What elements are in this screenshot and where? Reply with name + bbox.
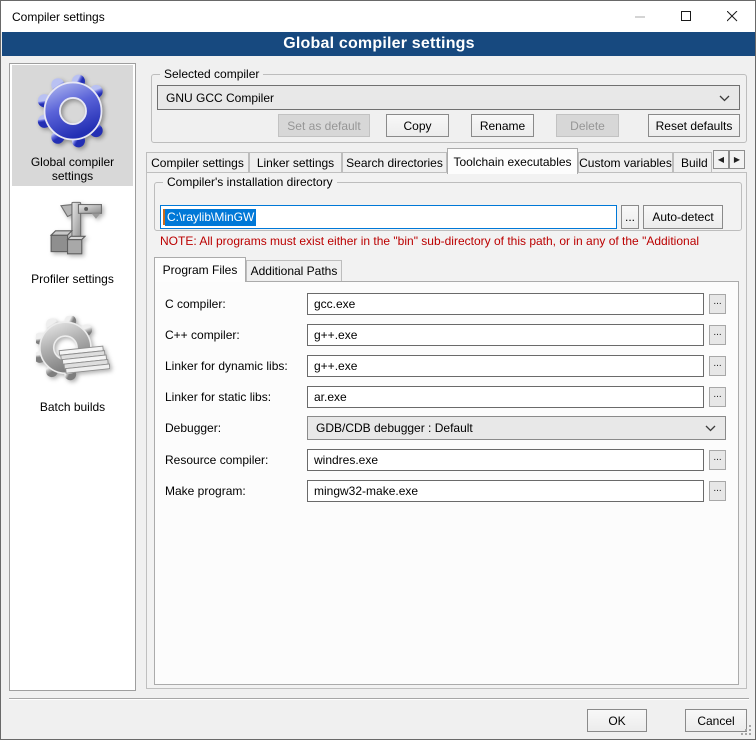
linker-dynamic-browse-button[interactable]: ... (709, 356, 726, 376)
set-as-default-button[interactable]: Set as default (278, 114, 370, 137)
tab-build-options[interactable]: Build (673, 152, 712, 173)
sidebar-item-label: Global compiler settings (12, 155, 133, 183)
arrow-left-icon: ◀ (718, 155, 724, 164)
arrow-right-icon: ▶ (734, 155, 740, 164)
program-files-panel: C compiler: ... C++ compiler: ... Linker… (154, 281, 739, 685)
toolchain-executables-page: Compiler's installation directory C:\ray… (146, 172, 747, 689)
sidebar-item-batch-builds[interactable]: Batch builds (12, 308, 133, 424)
banner-title: Global compiler settings (283, 35, 475, 53)
install-dir-input[interactable]: C:\raylib\MinGW (160, 205, 617, 229)
sidebar-item-label: Batch builds (12, 400, 133, 414)
dialog-banner: Global compiler settings (2, 32, 756, 56)
chevron-down-icon (705, 425, 716, 432)
install-dir-selected-text: C:\raylib\MinGW (165, 209, 256, 226)
cancel-button[interactable]: Cancel (685, 709, 747, 732)
debugger-select-value: GDB/CDB debugger : Default (316, 421, 473, 435)
resource-compiler-browse-button[interactable]: ... (709, 450, 726, 470)
subtab-additional-paths[interactable]: Additional Paths (246, 260, 342, 281)
copy-button[interactable]: Copy (386, 114, 449, 137)
title-bar: Compiler settings (1, 1, 755, 32)
cpp-compiler-browse-button[interactable]: ... (709, 325, 726, 345)
rename-button[interactable]: Rename (471, 114, 534, 137)
caliper-icon (12, 198, 133, 268)
linker-static-browse-button[interactable]: ... (709, 387, 726, 407)
auto-detect-button[interactable]: Auto-detect (643, 205, 723, 229)
gray-gear-papers-icon (12, 316, 133, 390)
c-compiler-input[interactable] (307, 293, 704, 315)
c-compiler-label: C compiler: (165, 297, 226, 311)
linker-static-input[interactable] (307, 386, 704, 408)
footer-divider (9, 698, 749, 700)
linker-dynamic-input[interactable] (307, 355, 704, 377)
linker-dynamic-label: Linker for dynamic libs: (165, 359, 288, 373)
compiler-select[interactable]: GNU GCC Compiler (157, 85, 740, 110)
install-dir-legend: Compiler's installation directory (163, 175, 337, 189)
reset-defaults-button[interactable]: Reset defaults (648, 114, 740, 137)
tab-toolchain-executables[interactable]: Toolchain executables (447, 148, 578, 174)
resource-compiler-input[interactable] (307, 449, 704, 471)
ok-button[interactable]: OK (587, 709, 647, 732)
delete-button[interactable]: Delete (556, 114, 619, 137)
close-icon (727, 11, 738, 22)
sidebar-item-label: Profiler settings (12, 272, 133, 286)
tab-linker-settings[interactable]: Linker settings (249, 152, 342, 173)
chevron-down-icon (719, 95, 730, 102)
cpp-compiler-input[interactable] (307, 324, 704, 346)
settings-sidebar: Global compiler settings (9, 63, 136, 691)
tab-search-directories[interactable]: Search directories (342, 152, 447, 173)
tab-scroll-left-button[interactable]: ◀ (713, 150, 729, 169)
maximize-icon (681, 11, 692, 22)
debugger-label: Debugger: (165, 421, 221, 435)
window-controls (617, 1, 755, 32)
resource-compiler-label: Resource compiler: (165, 453, 268, 467)
c-compiler-browse-button[interactable]: ... (709, 294, 726, 314)
close-button[interactable] (709, 1, 755, 32)
tab-scroll-right-button[interactable]: ▶ (729, 150, 745, 169)
tab-compiler-settings[interactable]: Compiler settings (146, 152, 249, 173)
subtab-program-files[interactable]: Program Files (154, 257, 246, 282)
sidebar-item-global-compiler-settings[interactable]: Global compiler settings (12, 65, 133, 186)
sidebar-item-profiler-settings[interactable]: Profiler settings (12, 192, 133, 302)
make-program-input[interactable] (307, 480, 704, 502)
selected-compiler-legend: Selected compiler (160, 67, 263, 81)
minimize-button[interactable] (617, 1, 663, 32)
blue-gear-icon (12, 73, 133, 149)
linker-static-label: Linker for static libs: (165, 390, 271, 404)
debugger-select[interactable]: GDB/CDB debugger : Default (307, 416, 726, 440)
make-program-label: Make program: (165, 484, 246, 498)
window-title: Compiler settings (12, 10, 105, 24)
minimize-icon (635, 11, 646, 22)
cpp-compiler-label: C++ compiler: (165, 328, 240, 342)
compiler-select-value: GNU GCC Compiler (166, 91, 274, 105)
make-program-browse-button[interactable]: ... (709, 481, 726, 501)
resize-grip[interactable] (740, 724, 752, 736)
compiler-settings-dialog: Compiler settings Global compiler settin… (0, 0, 756, 740)
install-dir-browse-button[interactable]: ... (621, 205, 639, 229)
maximize-button[interactable] (663, 1, 709, 32)
tab-custom-variables[interactable]: Custom variables (578, 152, 673, 173)
note-text: NOTE: All programs must exist either in … (160, 234, 746, 248)
